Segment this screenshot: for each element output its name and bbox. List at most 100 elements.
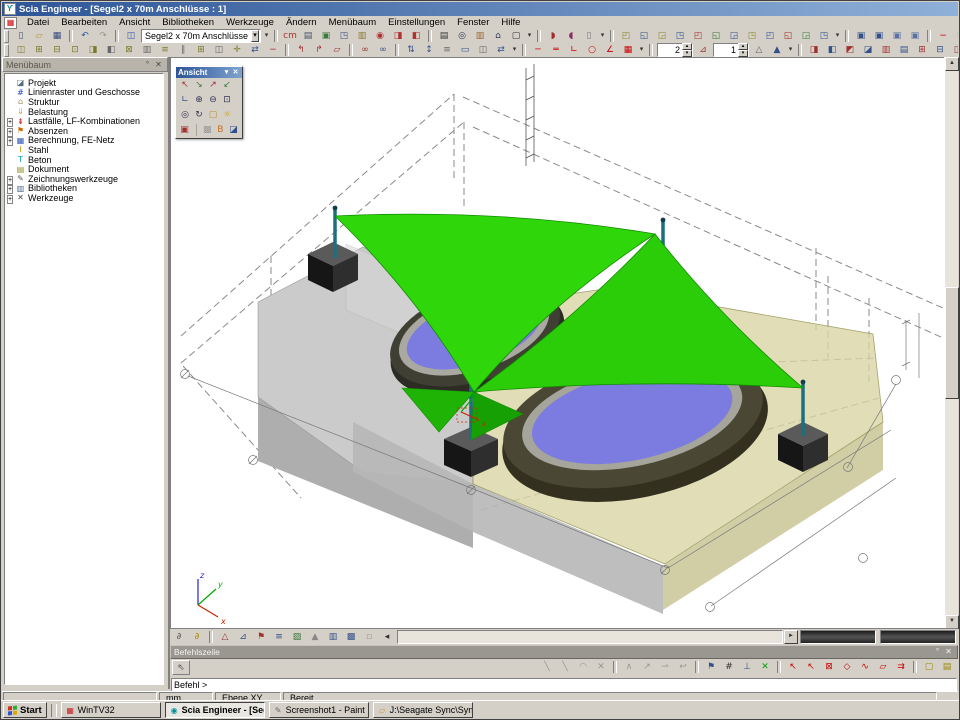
move-dropdown[interactable]: ▾: [510, 44, 519, 57]
draw-arc-icon[interactable]: ∠: [601, 43, 619, 58]
sidebar-item-projekt[interactable]: ◪Projekt: [5, 78, 163, 88]
sidebar-item-berechnungfenetz[interactable]: +▦Berechnung, FE-Netz: [5, 136, 163, 146]
node6-icon[interactable]: ▤: [895, 43, 913, 58]
vertical-scrollbar[interactable]: ▲ ▼: [944, 57, 958, 629]
sidebar-item-linienrasterundgeschosse[interactable]: #Linienraster und Geschosse: [5, 88, 163, 98]
view-x-icon[interactable]: ↖: [178, 79, 192, 92]
menu-item-ndern[interactable]: Ändern: [280, 16, 323, 29]
taskbar-button-jseagatesync[interactable]: ▱J:\Seagate Sync\SyncRe...: [373, 702, 473, 718]
pin-icon[interactable]: °: [932, 647, 943, 657]
snap-arc-icon[interactable]: ◠: [574, 660, 592, 675]
snap-curve-icon[interactable]: ∿: [856, 660, 874, 675]
move5-icon[interactable]: ◫: [474, 43, 492, 58]
window-view-icon[interactable]: ◪: [227, 124, 240, 137]
menu-tree-header[interactable]: Menübaum ° ✕: [2, 57, 168, 72]
win-view2-icon[interactable]: ◱: [635, 29, 653, 44]
win-view3-icon[interactable]: ◲: [653, 29, 671, 44]
toolbar-grip[interactable]: [4, 44, 9, 57]
labels-icon[interactable]: ≡: [270, 630, 288, 645]
command-input[interactable]: [171, 678, 957, 692]
view-axo-icon[interactable]: ↙: [220, 79, 234, 92]
beam4-icon[interactable]: ⊡: [66, 43, 84, 58]
scroll-down-icon[interactable]: ▼: [945, 615, 959, 629]
beam12-icon[interactable]: ◫: [210, 43, 228, 58]
draw-circle-icon[interactable]: ○: [583, 43, 601, 58]
close-icon[interactable]: ✕: [153, 60, 164, 70]
undo-icon[interactable]: ↶: [76, 29, 94, 44]
spinner-arrows-icon[interactable]: ▴▾: [738, 43, 748, 57]
view-y-icon[interactable]: ↘: [192, 79, 206, 92]
beam13-icon[interactable]: ✛: [228, 43, 246, 58]
picture-gallery-icon[interactable]: ▣: [317, 29, 335, 44]
level-spinner[interactable]: 1▴▾: [713, 43, 749, 57]
beam15-icon[interactable]: −: [264, 43, 282, 58]
menu-item-werkzeuge[interactable]: Werkzeuge: [220, 16, 280, 29]
zoom-window-icon[interactable]: ⊡: [220, 94, 234, 107]
coord-system-icon[interactable]: ∟: [178, 94, 192, 107]
command-line-header[interactable]: Befehlszeile ° ✕: [170, 645, 958, 659]
node7-icon[interactable]: ⊞: [913, 43, 931, 58]
draw-double-icon[interactable]: ═: [547, 43, 565, 58]
window-views-dropdown[interactable]: ▾: [833, 30, 842, 43]
mdi-child-icon[interactable]: ▦: [4, 17, 17, 29]
draw-angle-icon[interactable]: ∟: [565, 43, 583, 58]
terrain-icon[interactable]: ▲: [306, 630, 324, 645]
sidebar-item-belastung[interactable]: ⇓Belastung: [5, 107, 163, 117]
sidebar-item-zeichnungswerkzeuge[interactable]: +✎Zeichnungswerkzeuge: [5, 174, 163, 184]
home-icon[interactable]: ⌂: [489, 29, 507, 44]
cascade2-icon[interactable]: ▣: [870, 29, 888, 44]
scrollbar-thumb[interactable]: [945, 287, 959, 399]
new-icon[interactable]: ▯: [12, 29, 30, 44]
beam1-icon[interactable]: ◫: [12, 43, 30, 58]
dialog-red2-icon[interactable]: ◧: [407, 29, 425, 44]
pin-icon[interactable]: °: [142, 60, 153, 70]
palette-title-bar[interactable]: Ansicht ▾ ✕: [176, 67, 242, 78]
node4-icon[interactable]: ◪: [859, 43, 877, 58]
menu-item-bearbeiten[interactable]: Bearbeiten: [55, 16, 113, 29]
start-button[interactable]: Start: [3, 702, 47, 718]
sidebar-item-struktur[interactable]: ⌂Struktur: [5, 97, 163, 107]
camera2-icon[interactable]: ▩: [201, 124, 214, 137]
sidebar-item-stahl[interactable]: IStahl: [5, 145, 163, 155]
section1-icon[interactable]: ∂: [170, 630, 188, 645]
ortho-icon[interactable]: ⊥: [738, 660, 756, 675]
chevron-down-icon[interactable]: ▾: [251, 30, 259, 42]
combo-options-dropdown[interactable]: ▾: [262, 30, 271, 43]
zoom-out-icon[interactable]: ⊖: [206, 94, 220, 107]
move3-icon[interactable]: ≡: [438, 43, 456, 58]
link-dropdown[interactable]: ▾: [598, 30, 607, 43]
node5-icon[interactable]: ▥: [877, 43, 895, 58]
sidebar-item-bibliotheken[interactable]: +▥Bibliotheken: [5, 184, 163, 194]
page-icon[interactable]: ▢: [507, 29, 525, 44]
move2-icon[interactable]: ↕: [420, 43, 438, 58]
scroll-left-button[interactable]: ◂: [378, 630, 396, 645]
snap-ortho-pt-icon[interactable]: ◇: [838, 660, 856, 675]
horizontal-scrollbar[interactable]: [397, 630, 783, 644]
cut-icon[interactable]: ✂: [952, 29, 958, 44]
beam7-icon[interactable]: ⊠: [120, 43, 138, 58]
units-icon[interactable]: cm: [281, 29, 299, 44]
beam9-icon[interactable]: ≡: [156, 43, 174, 58]
ansicht-palette[interactable]: Ansicht ▾ ✕ ↖↘↗↙∟⊕⊖⊡◎↻▢☼▣▩B◪: [175, 66, 243, 139]
node9-icon[interactable]: ◫: [949, 43, 958, 58]
snap-int-icon[interactable]: ⇉: [892, 660, 910, 675]
pin-icon[interactable]: ▯: [580, 29, 598, 44]
scale-icon[interactable]: ⊿: [694, 43, 712, 58]
move6-icon[interactable]: ⇄: [492, 43, 510, 58]
sidebar-item-absenzen[interactable]: +⚑Absenzen: [5, 126, 163, 136]
win-view11-icon[interactable]: ◲: [797, 29, 815, 44]
layer-folder-icon[interactable]: ▢: [206, 109, 220, 122]
move1-icon[interactable]: ⇅: [402, 43, 420, 58]
win-view12-icon[interactable]: ◳: [815, 29, 833, 44]
wall-outline[interactable]: [526, 64, 534, 166]
draw-grid-icon[interactable]: ▦: [619, 43, 637, 58]
cursor-flag-icon[interactable]: ⚑: [702, 660, 720, 675]
snap-return-icon[interactable]: ↩: [674, 660, 692, 675]
beam6-icon[interactable]: ◧: [102, 43, 120, 58]
snap-node1-icon[interactable]: ↖: [784, 660, 802, 675]
sidebar-item-werkzeuge[interactable]: +✕Werkzeuge: [5, 193, 163, 203]
cascade4-icon[interactable]: ▣: [906, 29, 924, 44]
chain1-icon[interactable]: ∞: [356, 43, 374, 58]
taskbar-button-screenshot1p[interactable]: ✎Screenshot1 - Paint: [269, 702, 369, 718]
print-dropdown[interactable]: ▾: [525, 30, 534, 43]
